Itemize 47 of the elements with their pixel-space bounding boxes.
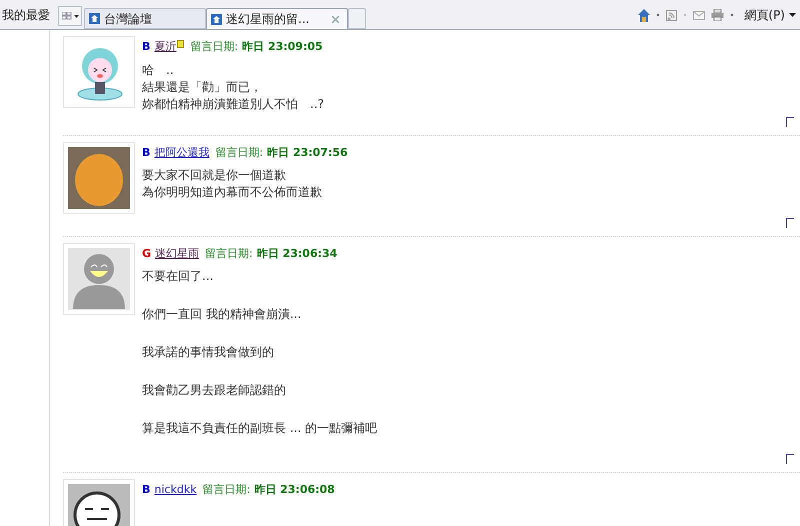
- post-text: 我會勸乙男去跟老師認錯的: [142, 382, 287, 399]
- gender-label: B: [142, 144, 150, 160]
- post-date: 昨日 23:06:08: [254, 482, 335, 498]
- grid-icon: [62, 12, 72, 20]
- caret-icon: [74, 14, 78, 18]
- post-text: 你們一直回 我的精神會崩潰...: [142, 306, 302, 323]
- post-text: 我承諾的事情我會做到的: [142, 344, 275, 361]
- user-link[interactable]: nickdkk: [154, 482, 197, 498]
- printer-icon[interactable]: [711, 9, 724, 21]
- post-date: 昨日 23:06:34: [256, 246, 338, 262]
- caret-icon: [789, 13, 796, 17]
- browser-tab[interactable]: 迷幻星雨的留...: [206, 8, 348, 29]
- caret-icon[interactable]: [730, 13, 734, 17]
- mail-icon[interactable]: [693, 10, 706, 20]
- home-icon[interactable]: [638, 8, 650, 22]
- post-text: 算是我這不負責任的副班長 ... 的一點彌補吧: [142, 420, 378, 437]
- feed-icon[interactable]: [666, 10, 678, 20]
- reply-icon[interactable]: [786, 454, 794, 464]
- date-label: 留言日期:: [190, 39, 238, 55]
- post-date: 昨日 23:07:56: [267, 144, 348, 160]
- favorites-button[interactable]: 我的最愛: [0, 1, 58, 29]
- new-tab-button[interactable]: [348, 8, 366, 29]
- tab-list-button[interactable]: [58, 6, 82, 26]
- gender-label: B: [142, 39, 150, 55]
- page-icon: [89, 13, 100, 24]
- browser-tab[interactable]: 台灣論壇: [84, 8, 206, 29]
- post-text: 不要在回了...: [142, 268, 214, 285]
- post-text: 為你明明知道內幕而不公佈而道歉: [142, 184, 323, 201]
- user-link[interactable]: 把阿公還我: [154, 144, 210, 161]
- post-text: 哈 ..: [142, 62, 175, 78]
- gender-label: B: [142, 482, 150, 498]
- reply-icon[interactable]: [786, 218, 794, 228]
- post-text: 妳都怕精神崩潰難道別人不怕 ..?: [142, 96, 325, 112]
- user-link[interactable]: 夏沂: [154, 39, 176, 56]
- date-label: 留言日期:: [202, 482, 250, 498]
- post-text: 結果還是「勸」而已，: [142, 78, 263, 96]
- page-menu[interactable]: 網頁(P): [744, 6, 796, 24]
- close-icon[interactable]: [332, 16, 339, 22]
- caret-icon[interactable]: [656, 13, 660, 17]
- user-link[interactable]: 迷幻星雨: [155, 246, 200, 262]
- post-text: 要大家不回就是你一個道歉: [142, 167, 287, 184]
- reply-icon[interactable]: [786, 116, 794, 126]
- gender-label: G: [142, 246, 152, 262]
- date-label: 留言日期:: [205, 246, 253, 262]
- page-icon: [211, 14, 222, 24]
- date-label: 留言日期:: [215, 144, 264, 160]
- post-date: 昨日 23:09:05: [242, 39, 323, 55]
